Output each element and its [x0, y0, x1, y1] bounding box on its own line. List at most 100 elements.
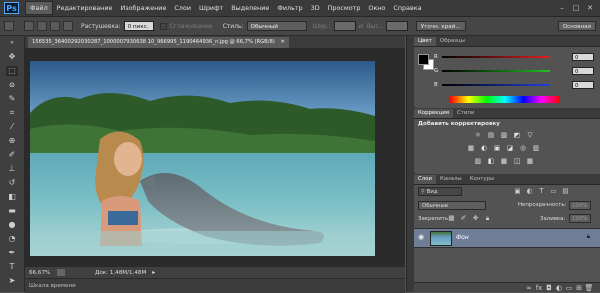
document-tab[interactable]: 156535_36400292030287_1000007930638 10_9… — [28, 37, 289, 48]
new-layer-icon[interactable]: ⊞ — [574, 284, 584, 292]
lasso-tool-icon[interactable]: ɷ — [6, 80, 18, 90]
tool-preset-icon[interactable] — [4, 21, 14, 31]
antialias-checkbox[interactable] — [159, 22, 167, 30]
opacity-field[interactable]: 100% — [569, 201, 591, 210]
lock-transparency-icon[interactable]: ▦ — [447, 214, 456, 223]
gradient-map-icon[interactable]: ▦ — [526, 158, 534, 165]
color-balance-icon[interactable]: ◐ — [480, 145, 488, 152]
zoom-level[interactable]: 66,67% — [29, 270, 55, 276]
menu-help[interactable]: Справка — [389, 2, 425, 14]
width-input[interactable] — [333, 21, 356, 31]
maximize-button[interactable]: □ — [570, 3, 582, 13]
brush-tool-icon[interactable]: ✐ — [6, 150, 18, 160]
tab-channels[interactable]: Каналы — [436, 175, 466, 184]
refine-edge-button[interactable]: Уточн. край... — [415, 21, 466, 31]
menu-type[interactable]: Шрифт — [195, 2, 227, 14]
timeline-bar[interactable]: Шкала времени — [25, 278, 405, 293]
type-tool-icon[interactable]: T — [6, 262, 18, 272]
tab-color[interactable]: Цвет — [414, 37, 436, 46]
trash-icon[interactable]: 🗑︎ — [584, 284, 594, 292]
link-layers-icon[interactable]: ∞ — [524, 284, 534, 292]
lock-pixels-icon[interactable]: ✐ — [459, 214, 468, 223]
photo-filter-icon[interactable]: ◪ — [506, 145, 514, 152]
selective-color-icon[interactable]: ◫ — [513, 158, 521, 165]
canvas-area[interactable] — [25, 48, 405, 266]
swap-icon[interactable]: ⇄ — [359, 23, 364, 30]
blue-value-field[interactable]: 0 — [572, 81, 594, 89]
feather-input[interactable]: 0 пикс. — [123, 21, 154, 31]
history-brush-tool-icon[interactable]: ↺ — [6, 178, 18, 188]
workspace-button[interactable]: Основная — [557, 21, 596, 31]
tab-styles[interactable]: Стили — [453, 109, 478, 118]
move-tool-icon[interactable]: ✥ — [6, 52, 18, 62]
adjustment-layer-icon[interactable]: ◐ — [554, 284, 564, 292]
document-image[interactable] — [30, 61, 375, 256]
gradient-tool-icon[interactable]: ▬ — [6, 206, 18, 216]
layer-style-icon[interactable]: fx — [534, 284, 544, 292]
levels-icon[interactable]: ▤ — [487, 132, 495, 139]
pixel-filter-icon[interactable]: ▣ — [513, 187, 522, 196]
menu-view[interactable]: Просмотр — [324, 2, 365, 14]
status-menu-icon[interactable] — [57, 269, 65, 276]
intersect-selection-icon[interactable] — [63, 21, 73, 31]
layer-filter-select[interactable]: ⚲ Вид — [418, 187, 462, 196]
blue-slider[interactable] — [442, 84, 550, 86]
tab-adjustments[interactable]: Коррекция — [414, 109, 453, 118]
red-value-field[interactable]: 0 — [572, 53, 594, 61]
crop-tool-icon[interactable]: ⌗ — [6, 108, 18, 118]
color-spectrum-bar[interactable] — [450, 96, 560, 103]
menu-edit[interactable]: Редактирование — [53, 2, 117, 14]
green-value-field[interactable]: 0 — [572, 67, 594, 75]
type-filter-icon[interactable]: T — [537, 187, 546, 196]
menu-filter[interactable]: Фильтр — [273, 2, 306, 14]
minimize-button[interactable]: – — [556, 3, 568, 13]
new-selection-icon[interactable] — [24, 21, 34, 31]
eye-icon[interactable]: ◉ — [418, 233, 424, 241]
lock-all-icon[interactable]: 🔒︎ — [483, 214, 492, 223]
menu-window[interactable]: Окно — [364, 2, 389, 14]
height-input[interactable] — [385, 21, 408, 31]
healing-brush-tool-icon[interactable]: ⊕ — [6, 136, 18, 146]
shape-filter-icon[interactable]: ▭ — [549, 187, 558, 196]
posterize-icon[interactable]: ◧ — [487, 158, 495, 165]
menu-layers[interactable]: Слои — [170, 2, 195, 14]
clone-stamp-tool-icon[interactable]: ⊥ — [6, 164, 18, 174]
style-select[interactable]: Обычный — [246, 21, 307, 31]
layer-name[interactable]: Фон — [456, 234, 469, 241]
timeline-label[interactable]: Шкала времени — [29, 283, 76, 289]
fill-field[interactable]: 100% — [569, 214, 591, 223]
eyedropper-tool-icon[interactable]: ⁄ — [6, 122, 18, 132]
threshold-icon[interactable]: ▩ — [500, 158, 508, 165]
pen-tool-icon[interactable]: ✒ — [6, 248, 18, 258]
add-selection-icon[interactable] — [37, 21, 47, 31]
curves-icon[interactable]: ▧ — [500, 132, 508, 139]
color-lookup-icon[interactable]: ▥ — [532, 145, 540, 152]
brightness-contrast-icon[interactable]: ☼ — [474, 132, 482, 139]
foreground-color-swatch[interactable] — [418, 54, 429, 65]
menu-3d[interactable]: 3D — [307, 2, 324, 14]
invert-icon[interactable]: ▨ — [474, 158, 482, 165]
collapse-icon[interactable]: » — [6, 38, 18, 48]
blur-tool-icon[interactable]: ● — [6, 220, 18, 230]
red-slider[interactable] — [442, 56, 550, 58]
tab-layers[interactable]: Слои — [414, 175, 437, 184]
menu-file[interactable]: Файл — [25, 1, 53, 15]
tab-swatches[interactable]: Образцы — [436, 37, 469, 46]
path-selection-tool-icon[interactable]: ➤ — [6, 276, 18, 286]
eraser-tool-icon[interactable]: ◧ — [6, 192, 18, 202]
marquee-tool-icon[interactable]: ⬚ — [6, 66, 18, 76]
black-white-icon[interactable]: ▣ — [493, 145, 501, 152]
lock-position-icon[interactable]: ✥ — [471, 214, 480, 223]
vibrance-icon[interactable]: ▽ — [526, 132, 534, 139]
exposure-icon[interactable]: ◩ — [513, 132, 521, 139]
status-arrow-icon[interactable]: ▸ — [152, 269, 155, 276]
dodge-tool-icon[interactable]: ◔ — [6, 234, 18, 244]
layer-mask-icon[interactable]: ◘ — [544, 284, 554, 292]
hue-saturation-icon[interactable]: ▦ — [467, 145, 475, 152]
blend-mode-select[interactable]: Обычные — [418, 201, 486, 210]
close-tab-icon[interactable]: ✕ — [280, 39, 284, 45]
green-slider[interactable] — [442, 70, 550, 72]
channel-mixer-icon[interactable]: ◎ — [519, 145, 527, 152]
close-button[interactable]: ✕ — [584, 3, 596, 13]
tab-paths[interactable]: Контуры — [466, 175, 499, 184]
